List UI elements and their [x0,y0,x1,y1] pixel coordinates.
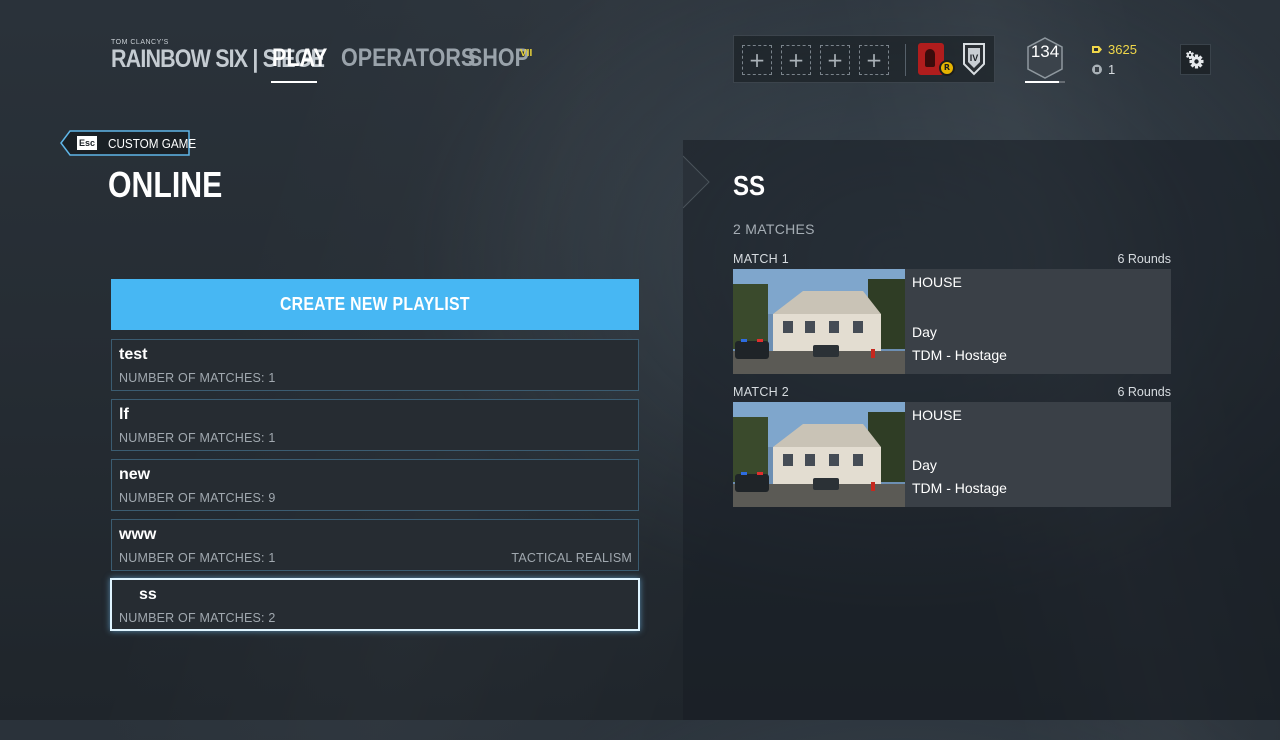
playlist-tag: TACTICAL REALISM [511,551,632,565]
level-number: 134 [1030,42,1060,61]
playlist-name: new [119,466,151,483]
match-time-of-day: Day [912,324,937,340]
playlist-match-count: NUMBER OF MATCHES: 9 [119,491,276,505]
playlist-item[interactable]: www NUMBER OF MATCHES: 1 TACTICAL REALIS… [111,519,639,571]
rank-label: IV [970,53,979,63]
match-game-mode: TDM - Hostage [912,480,1007,496]
squad-divider [905,44,906,76]
settings-button[interactable] [1180,44,1211,75]
match-map-name: HOUSE [912,274,962,290]
renown-display: 3625 [1091,42,1137,57]
detail-match-count: 2 MATCHES [733,221,815,237]
squad-invite-slot-4[interactable]: + [859,45,889,75]
nav-play[interactable]: PLAY [272,44,327,73]
nav-active-indicator [271,81,317,83]
match-card[interactable]: HOUSE Day TDM - Hostage [733,402,1171,507]
esc-key-icon: Esc [77,136,97,150]
shop-season-badge: VII [520,48,533,59]
renown-amount: 3625 [1108,42,1137,57]
squad-invite-slot-2[interactable]: + [781,45,811,75]
playlist-item-selected[interactable]: ss NUMBER OF MATCHES: 2 [110,578,640,631]
credits-amount: 1 [1108,62,1116,77]
credits-display: 1 [1091,62,1115,77]
gear-icon [1186,51,1204,69]
page-title: ONLINE [108,164,223,205]
operator-badge: R [939,60,955,76]
map-thumbnail-house [733,402,905,507]
nav-operators[interactable]: OPERATORS [341,44,475,73]
panel-pointer [683,140,710,230]
playlist-match-count: NUMBER OF MATCHES: 2 [119,611,276,625]
match-label: MATCH 1 [733,252,790,266]
match-map-name: HOUSE [912,407,962,423]
map-thumbnail-house [733,269,905,374]
create-playlist-label: CREATE NEW PLAYLIST [280,294,470,314]
match-rounds: 6 Rounds [1117,252,1171,266]
detail-title: SS [733,170,766,201]
playlist-match-count: NUMBER OF MATCHES: 1 [119,371,276,385]
playlist-name: test [119,346,148,363]
playlist-name: ss [139,586,157,603]
player-level[interactable]: 134 [1025,36,1065,83]
match-card[interactable]: HOUSE Day TDM - Hostage [733,269,1171,374]
playlist-name: www [119,526,157,543]
playlist-match-count: NUMBER OF MATCHES: 1 [119,431,276,445]
playlist-name: lf [119,406,129,423]
r6-credits-icon [1092,64,1102,75]
match-rounds: 6 Rounds [1117,385,1171,399]
match-time-of-day: Day [912,457,937,473]
playlist-item[interactable]: test NUMBER OF MATCHES: 1 [111,339,639,391]
playlist-match-count: NUMBER OF MATCHES: 1 [119,551,276,565]
squad-invite-slot-3[interactable]: + [820,45,850,75]
squad-panel: + + + + R IV [733,35,995,83]
renown-icon [1092,46,1102,53]
playlist-item[interactable]: new NUMBER OF MATCHES: 9 [111,459,639,511]
create-playlist-button[interactable]: CREATE NEW PLAYLIST [111,279,639,330]
level-progress-bar [1025,81,1065,83]
playlist-item[interactable]: lf NUMBER OF MATCHES: 1 [111,399,639,451]
rank-icon[interactable]: IV [961,42,987,76]
match-label: MATCH 2 [733,385,790,399]
breadcrumb-label: CUSTOM GAME [108,136,197,151]
squad-invite-slot-1[interactable]: + [742,45,772,75]
match-game-mode: TDM - Hostage [912,347,1007,363]
